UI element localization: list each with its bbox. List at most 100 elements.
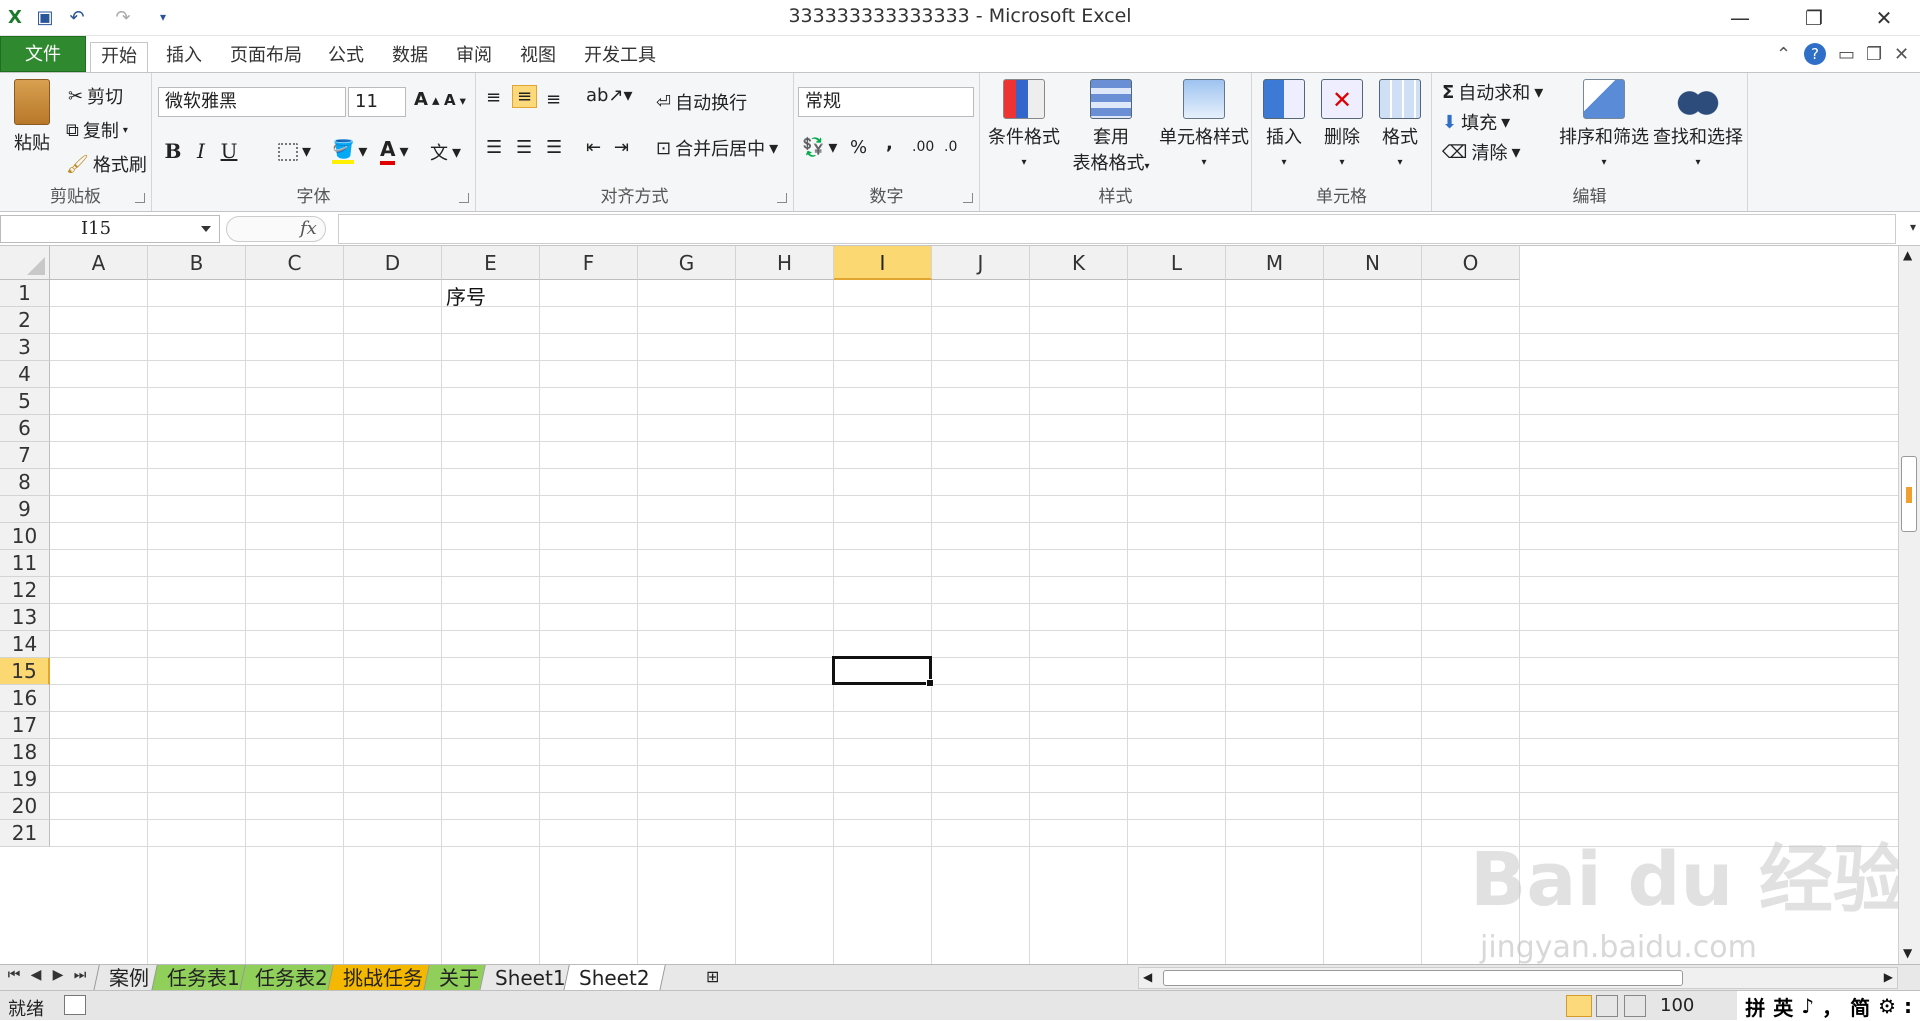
grow-font-button[interactable]: A ▴ xyxy=(414,89,439,110)
row-header-6[interactable]: 6 xyxy=(0,415,50,442)
align-center-button[interactable]: ☰ xyxy=(516,137,532,158)
alignment-launcher-icon[interactable] xyxy=(777,193,787,203)
font-launcher-icon[interactable] xyxy=(459,193,469,203)
ime-item-6[interactable]: ⚙ xyxy=(1878,994,1896,1018)
column-header-b[interactable]: B xyxy=(148,246,246,280)
phonetic-button[interactable]: 文 ▾ xyxy=(430,139,461,165)
ime-item-4[interactable]: ， xyxy=(1822,992,1842,1021)
accounting-format-button[interactable]: 💱 ▾ xyxy=(802,137,837,158)
fill-color-button[interactable]: 🪣 ▾ xyxy=(332,139,367,164)
row-header-17[interactable]: 17 xyxy=(0,712,50,739)
tab-review[interactable]: 审阅 xyxy=(446,42,502,72)
close-workbook-icon[interactable]: ✕ xyxy=(1894,44,1909,65)
row-header-11[interactable]: 11 xyxy=(0,550,50,577)
row-header-4[interactable]: 4 xyxy=(0,361,50,388)
ime-item-3[interactable]: ♪ xyxy=(1801,994,1814,1018)
help-icon[interactable]: ? xyxy=(1804,43,1826,65)
row-header-13[interactable]: 13 xyxy=(0,604,50,631)
select-all-button[interactable] xyxy=(0,246,50,280)
shrink-font-button[interactable]: A ▾ xyxy=(444,91,466,109)
ime-toolbar[interactable]: 拼英 ♪ ， 简 ⚙: xyxy=(1737,991,1920,1021)
cell-e1[interactable]: 序号 xyxy=(446,281,486,310)
restore-workbook-icon[interactable]: ❐ xyxy=(1866,44,1882,65)
row-header-9[interactable]: 9 xyxy=(0,496,50,523)
clipboard-launcher-icon[interactable] xyxy=(135,193,145,203)
sort-filter-button[interactable]: 排序和筛选 ▾ xyxy=(1556,79,1652,170)
tab-data[interactable]: 数据 xyxy=(382,42,438,72)
column-header-o[interactable]: O xyxy=(1422,246,1520,280)
sheet-tab-7[interactable]: Sheet2 xyxy=(563,965,666,991)
row-header-3[interactable]: 3 xyxy=(0,334,50,361)
italic-button[interactable]: I xyxy=(188,137,214,165)
ime-item-1[interactable]: 拼 xyxy=(1745,992,1765,1021)
ime-item-2[interactable]: 英 xyxy=(1773,992,1793,1021)
column-header-j[interactable]: J xyxy=(932,246,1030,280)
row-header-15[interactable]: 15 xyxy=(0,658,50,685)
sheet-tab-4[interactable]: 挑战任务 xyxy=(327,965,439,991)
format-painter-button[interactable]: 🖌 格式刷 xyxy=(66,151,147,177)
column-header-m[interactable]: M xyxy=(1226,246,1324,280)
number-launcher-icon[interactable] xyxy=(963,193,973,203)
column-header-e[interactable]: E xyxy=(442,246,540,280)
column-header-n[interactable]: N xyxy=(1324,246,1422,280)
underline-button[interactable]: U xyxy=(216,137,242,165)
row-header-18[interactable]: 18 xyxy=(0,739,50,766)
row-header-2[interactable]: 2 xyxy=(0,307,50,334)
column-header-i[interactable]: I xyxy=(834,246,932,280)
row-header-12[interactable]: 12 xyxy=(0,577,50,604)
align-bottom-button[interactable]: ≡ xyxy=(546,89,561,110)
ime-item-5[interactable]: 简 xyxy=(1850,992,1870,1021)
minimize-workbook-icon[interactable]: ▭ xyxy=(1838,44,1855,65)
row-header-10[interactable]: 10 xyxy=(0,523,50,550)
increase-indent-button[interactable]: ⇥ xyxy=(614,137,629,158)
column-header-c[interactable]: C xyxy=(246,246,344,280)
format-cells-button[interactable]: 格式 ▾ xyxy=(1372,79,1428,170)
tab-page-layout[interactable]: 页面布局 xyxy=(220,42,312,72)
find-select-button[interactable]: 查找和选择 ▾ xyxy=(1650,79,1746,170)
formula-input[interactable] xyxy=(338,214,1896,244)
row-header-5[interactable]: 5 xyxy=(0,388,50,415)
borders-button[interactable]: ▾ xyxy=(278,141,311,162)
delete-cells-button[interactable]: ✕ 删除 ▾ xyxy=(1314,79,1370,170)
font-name-select[interactable]: 微软雅黑 xyxy=(158,87,346,117)
vertical-scrollbar[interactable]: ▲ ▼ xyxy=(1898,246,1920,964)
active-cell[interactable] xyxy=(832,656,934,687)
wrap-text-button[interactable]: ⏎ 自动换行 xyxy=(656,89,747,115)
autosum-button[interactable]: Σ 自动求和 ▾ xyxy=(1442,79,1543,105)
ime-item-7[interactable]: : xyxy=(1904,994,1912,1018)
bold-button[interactable]: B xyxy=(160,137,186,165)
row-header-21[interactable]: 21 xyxy=(0,820,50,847)
tab-file[interactable]: 文件 xyxy=(0,36,86,72)
insert-function-icon[interactable]: fx xyxy=(300,218,317,239)
normal-view-icon[interactable] xyxy=(1566,995,1592,1017)
column-header-l[interactable]: L xyxy=(1128,246,1226,280)
column-header-a[interactable]: A xyxy=(50,246,148,280)
name-box[interactable]: I15 xyxy=(0,215,220,243)
row-header-1[interactable]: 1 xyxy=(0,280,50,307)
expand-formula-icon[interactable]: ▾ xyxy=(1910,220,1916,234)
fill-button[interactable]: ⬇ 填充 ▾ xyxy=(1442,109,1510,135)
macro-record-icon[interactable] xyxy=(64,995,86,1015)
prev-sheet-icon[interactable]: ◀ xyxy=(26,967,46,983)
first-sheet-icon[interactable]: ⏮ xyxy=(4,967,24,983)
align-right-button[interactable]: ☰ xyxy=(546,137,562,158)
insert-cells-button[interactable]: 插入 ▾ xyxy=(1258,79,1310,170)
horizontal-scrollbar[interactable]: ◀ ▶ xyxy=(1138,967,1898,989)
scroll-right-icon[interactable]: ▶ xyxy=(1884,970,1893,984)
align-top-button[interactable]: ≡ xyxy=(486,87,501,108)
merge-center-button[interactable]: ⊡ 合并后居中 ▾ xyxy=(656,135,778,161)
next-sheet-icon[interactable]: ▶ xyxy=(48,967,68,983)
font-size-select[interactable]: 11 xyxy=(348,87,406,117)
tab-insert[interactable]: 插入 xyxy=(156,42,212,72)
page-break-view-icon[interactable] xyxy=(1624,995,1646,1017)
tab-home[interactable]: 开始 xyxy=(90,42,148,73)
zoom-level[interactable]: 100 xyxy=(1660,995,1694,1016)
row-header-16[interactable]: 16 xyxy=(0,685,50,712)
vertical-scroll-thumb[interactable] xyxy=(1901,456,1917,532)
horizontal-scroll-thumb[interactable] xyxy=(1163,970,1683,986)
row-header-19[interactable]: 19 xyxy=(0,766,50,793)
collapse-ribbon-icon[interactable]: ⌃ xyxy=(1776,44,1791,65)
orientation-button[interactable]: ab↗▾ xyxy=(586,85,633,106)
clear-button[interactable]: ⌫ 清除 ▾ xyxy=(1442,139,1521,165)
format-as-table-button[interactable]: 套用 表格格式▾ xyxy=(1066,79,1156,175)
